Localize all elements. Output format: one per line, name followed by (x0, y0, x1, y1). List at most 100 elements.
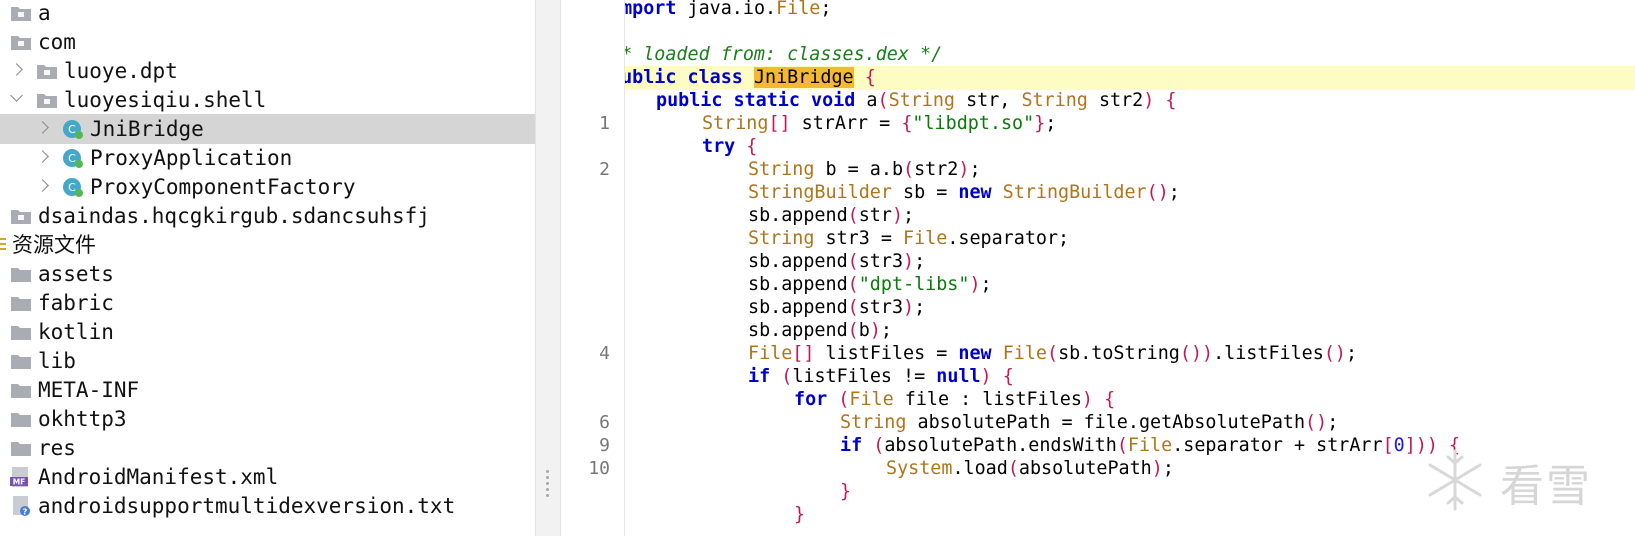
chevron-right-icon[interactable] (36, 179, 49, 192)
code-line-text: /* loaded from: classes.dex */ (625, 44, 943, 65)
line-number: 2 (599, 159, 610, 180)
code-line-text: } (840, 481, 852, 502)
tree-item-res[interactable]: res (0, 433, 535, 463)
watermark-text: 看雪 (1500, 461, 1592, 512)
splitter-grip-icon[interactable] (546, 470, 550, 500)
tree-item-a[interactable]: a (0, 0, 535, 28)
code-line[interactable]: String str3 = File.separator; (625, 227, 1635, 251)
folder-icon (10, 321, 32, 343)
code-line[interactable]: File[] listFiles = new File(sb.toString(… (625, 342, 1635, 366)
tree-item-label: META-INF (38, 378, 140, 402)
tree-item-label: JniBridge (90, 117, 204, 141)
code-line-text: sb.append(b); (748, 320, 892, 341)
manifest-file-icon: MF (10, 466, 32, 488)
code-line[interactable]: sb.append("dpt-libs"); (625, 273, 1635, 297)
code-line-text: import java.io.File; (625, 0, 832, 19)
folder-icon (10, 263, 32, 285)
watermark: 看雪 (1420, 440, 1620, 520)
text-file-icon: ? (10, 495, 32, 517)
folder-icon (10, 379, 32, 401)
code-line-text: try { (702, 136, 758, 157)
folder-icon (10, 437, 32, 459)
code-line[interactable]: String b = a.b(str2); (625, 158, 1635, 182)
tree-item-label: assets (38, 262, 114, 286)
code-line-text: sb.append(str); (748, 205, 915, 226)
code-line[interactable]: public class JniBridge { (625, 66, 1635, 90)
code-line-text: if (listFiles != null) { (748, 366, 1014, 387)
code-line-text: public static void a(String str, String … (656, 90, 1177, 111)
tree-item-com[interactable]: com (0, 27, 535, 57)
package-icon (36, 89, 58, 111)
chevron-right-icon[interactable] (36, 150, 49, 163)
code-line-text: public class JniBridge { (625, 67, 876, 88)
code-line-text: sb.append(str3); (748, 297, 926, 318)
class-icon: C (62, 176, 84, 198)
tree-item-luoye-dpt[interactable]: luoye.dpt (0, 56, 535, 86)
tree-item-fabric[interactable]: fabric (0, 288, 535, 318)
tree-item-meta-inf[interactable]: META-INF (0, 375, 535, 405)
tree-item-androidmanifest-xml[interactable]: MF AndroidManifest.xml (0, 462, 535, 492)
code-line[interactable]: sb.append(str3); (625, 250, 1635, 274)
code-line-text: String b = a.b(str2); (748, 159, 981, 180)
chevron-right-icon[interactable] (36, 121, 49, 134)
code-line-text: if (absolutePath.endsWith(File.separator… (840, 435, 1461, 456)
line-number: 10 (588, 458, 610, 479)
code-line-text: String absolutePath = file.getAbsolutePa… (840, 412, 1339, 433)
code-line-text: for (File file : listFiles) { (794, 389, 1116, 410)
folder-icon (10, 408, 32, 430)
code-line-text: } (794, 504, 806, 525)
tree-item-label: ProxyComponentFactory (90, 175, 356, 199)
code-line[interactable]: sb.append(b); (625, 319, 1635, 343)
code-line-text: String[] strArr = {"libdpt.so"}; (702, 113, 1057, 134)
tree-item-luoyesiqiu-shell[interactable]: luoyesiqiu.shell (0, 85, 535, 115)
tree-item-proxycomponentfactory[interactable]: C ProxyComponentFactory (0, 172, 535, 202)
code-line[interactable] (625, 20, 1635, 44)
code-line[interactable]: /* loaded from: classes.dex */ (625, 43, 1635, 67)
tree-item-dsaindas-hqcgkirgub-sdancsuhsfj[interactable]: dsaindas.hqcgkirgub.sdancsuhsfj (0, 201, 535, 231)
chevron-down-icon[interactable] (10, 89, 23, 102)
code-line-text: String str3 = File.separator; (748, 228, 1070, 249)
code-line[interactable]: if (listFiles != null) { (625, 365, 1635, 389)
tree-item-jnibridge[interactable]: C JniBridge (0, 114, 535, 144)
tree-item-label: AndroidManifest.xml (38, 465, 279, 489)
tree-item-androidsupportmultidexversion-txt[interactable]: ? androidsupportmultidexversion.txt (0, 491, 535, 521)
selected-identifier: JniBridge (753, 67, 854, 88)
svg-text:C: C (68, 152, 76, 165)
code-line-text: File[] listFiles = new File(sb.toString(… (748, 343, 1358, 364)
tree-item-label: ProxyApplication (90, 146, 293, 170)
tree-item-label: dsaindas.hqcgkirgub.sdancsuhsfj (38, 204, 430, 228)
line-number: 9 (599, 435, 610, 456)
tree-item-label: 资源文件 (12, 233, 96, 257)
chevron-right-icon[interactable] (10, 63, 23, 76)
code-line[interactable]: try { (625, 135, 1635, 159)
tree-item-[interactable]: 资源文件 (0, 230, 535, 260)
svg-text:MF: MF (13, 478, 26, 487)
svg-text:C: C (68, 181, 76, 194)
tree-item-label: kotlin (38, 320, 114, 344)
tree-item-proxyapplication[interactable]: C ProxyApplication (0, 143, 535, 173)
package-icon (36, 60, 58, 82)
tree-item-label: luoye.dpt (64, 59, 178, 83)
tree-item-lib[interactable]: lib (0, 346, 535, 376)
code-line[interactable]: String absolutePath = file.getAbsolutePa… (625, 411, 1635, 435)
code-line[interactable]: for (File file : listFiles) { (625, 388, 1635, 412)
tree-item-assets[interactable]: assets (0, 259, 535, 289)
code-line[interactable]: sb.append(str); (625, 204, 1635, 228)
code-line[interactable]: String[] strArr = {"libdpt.so"}; (625, 112, 1635, 136)
code-line[interactable]: sb.append(str3); (625, 296, 1635, 320)
code-line[interactable]: StringBuilder sb = new StringBuilder(); (625, 181, 1635, 205)
tree-item-kotlin[interactable]: kotlin (0, 317, 535, 347)
tree-item-label: res (38, 436, 76, 460)
code-line-text: StringBuilder sb = new StringBuilder(); (748, 182, 1180, 203)
panel-splitter[interactable] (535, 0, 561, 536)
tree-item-label: okhttp3 (38, 407, 127, 431)
package-icon (10, 31, 32, 53)
code-line[interactable]: import java.io.File; (625, 0, 1635, 21)
code-line-text: sb.append(str3); (748, 251, 926, 272)
package-icon (10, 2, 32, 24)
tree-item-label: com (38, 30, 76, 54)
code-line[interactable]: public static void a(String str, String … (625, 89, 1635, 113)
project-tree: a com luoye.dpt luoyesiqiu.shell C JniBridge C… (0, 0, 535, 536)
line-number: 4 (599, 343, 610, 364)
tree-item-okhttp3[interactable]: okhttp3 (0, 404, 535, 434)
